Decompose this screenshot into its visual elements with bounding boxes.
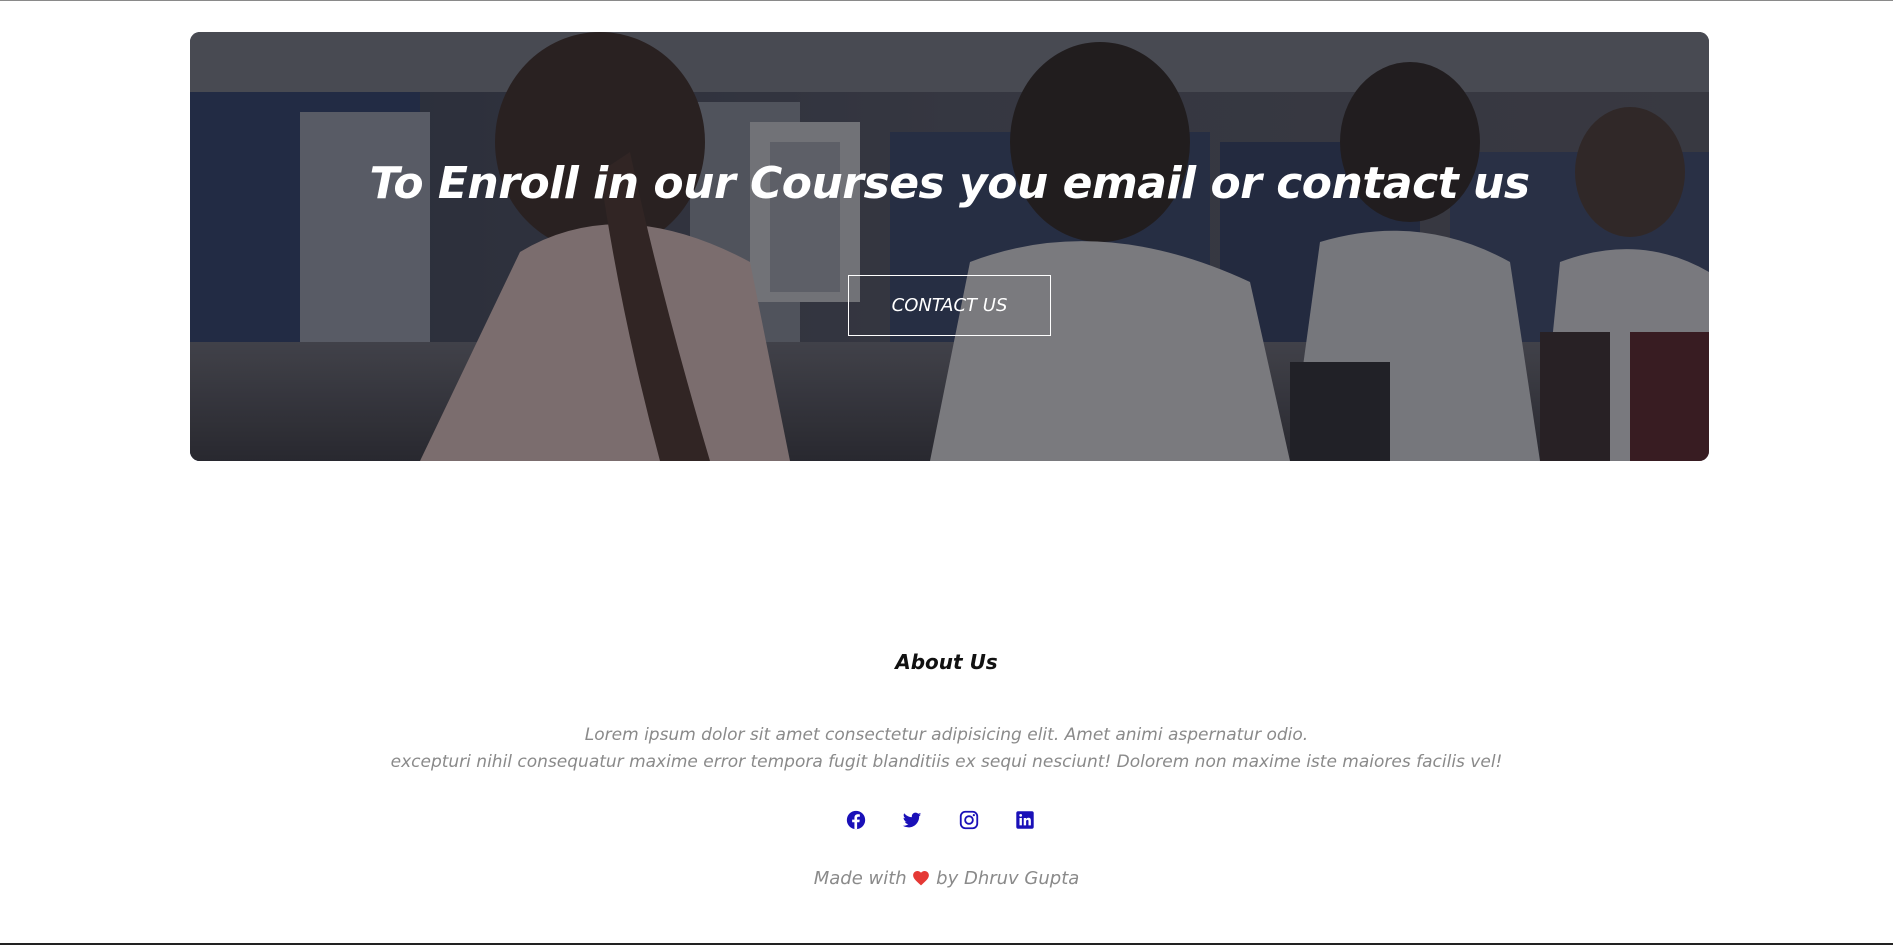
twitter-link[interactable]: [900, 808, 924, 832]
top-divider: [0, 0, 1893, 1]
about-text-line: Lorem ipsum dolor sit amet consectetur a…: [584, 725, 1309, 745]
credit-suffix: by Dhruv Gupta: [936, 868, 1080, 889]
instagram-link[interactable]: [957, 808, 981, 832]
credit-line: Made with by Dhruv Gupta: [0, 864, 1893, 894]
credit-prefix: Made with: [813, 868, 907, 889]
facebook-link[interactable]: [844, 808, 868, 832]
banner-heading: To Enroll in our Courses you email or co…: [369, 158, 1530, 209]
heart-icon: [912, 869, 930, 886]
linkedin-icon: [1016, 811, 1034, 829]
linkedin-link[interactable]: [1013, 808, 1037, 832]
social-links: [840, 808, 1053, 834]
contact-us-button[interactable]: CONTACT US: [848, 275, 1051, 336]
about-us-heading: About Us: [895, 650, 998, 674]
instagram-icon: [959, 810, 979, 830]
page: To Enroll in our Courses you email or co…: [0, 0, 1893, 945]
banner-dark-overlay: [190, 32, 1709, 461]
about-text-line: excepturi nihil consequatur maxime error…: [390, 752, 1503, 772]
facebook-icon: [846, 810, 866, 830]
enroll-banner: To Enroll in our Courses you email or co…: [190, 32, 1709, 461]
about-us-text: Lorem ipsum dolor sit amet consectetur a…: [0, 722, 1893, 776]
twitter-icon: [902, 812, 922, 828]
